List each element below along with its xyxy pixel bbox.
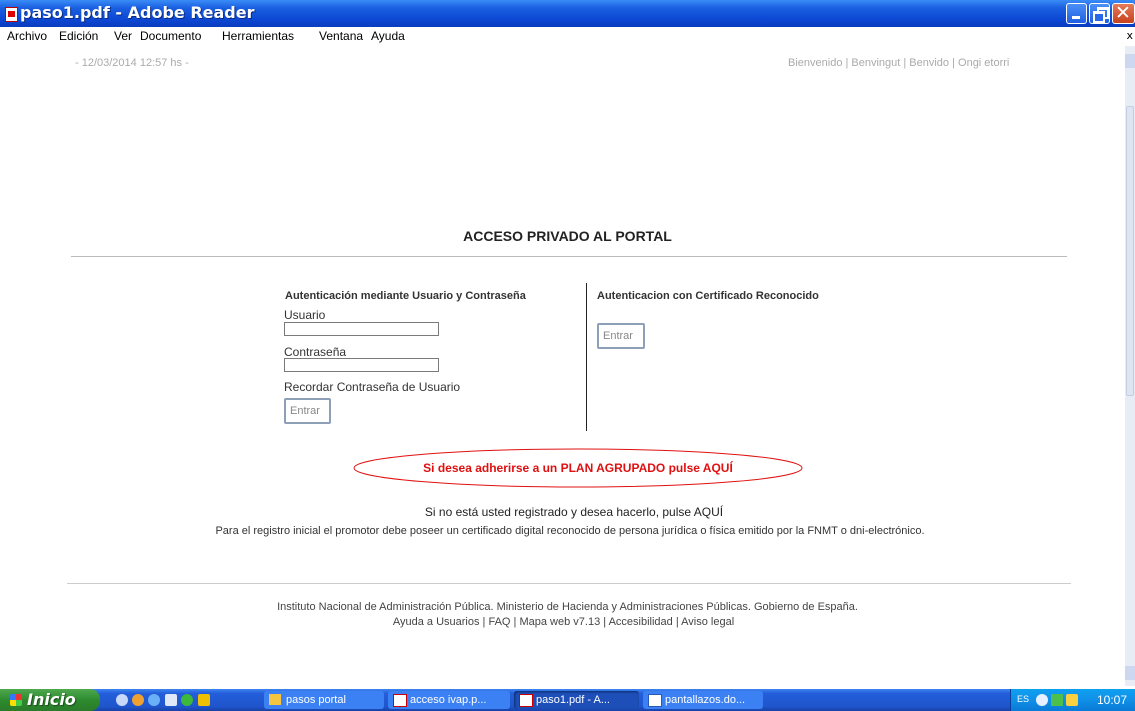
scroll-up-arrow-icon[interactable] [1125, 54, 1135, 68]
password-label: Contraseña [284, 345, 347, 359]
maximize-button[interactable] [1089, 3, 1110, 24]
login-section-title: Autenticación mediante Usuario y Contras… [285, 290, 526, 302]
scroll-down-arrow-icon[interactable] [1125, 666, 1135, 680]
chrome-icon[interactable] [181, 694, 193, 706]
footer-organization: Instituto Nacional de Administración Púb… [277, 601, 858, 613]
system-tray: ES 10:07 [1010, 689, 1135, 711]
internet-explorer-icon[interactable] [148, 694, 160, 706]
footer-link-mapa-web[interactable]: Mapa web v7.13 [519, 616, 600, 628]
vertical-scrollbar[interactable] [1125, 46, 1135, 686]
language-links[interactable]: Bienvenido | Benvingut | Benvido | Ongi … [788, 57, 1009, 69]
user-input[interactable] [284, 322, 439, 336]
media-icon[interactable] [198, 694, 210, 706]
word-icon [648, 694, 662, 707]
taskbar-item-pantallazos-doc[interactable]: pantallazos.do... [643, 691, 763, 709]
footer-divider [67, 583, 1071, 584]
outlook-icon[interactable] [165, 694, 177, 706]
adobe-reader-icon [5, 7, 18, 22]
tray-arrow-icon[interactable] [1036, 694, 1048, 706]
register-link[interactable]: Si no está usted registrado y desea hace… [0, 505, 1135, 519]
taskbar-item-acceso-ivap[interactable]: acceso ivap.p... [388, 691, 510, 709]
footer-links: Ayuda a Usuarios | FAQ | Mapa web v7.13 … [392, 616, 735, 628]
plan-agrupado-link[interactable]: Si desea adherirse a un PLAN AGRUPADO pu… [0, 461, 1135, 475]
remember-password-link[interactable]: Recordar Contraseña de Usuario [284, 380, 460, 394]
language-indicator[interactable]: ES [1017, 694, 1029, 704]
column-divider [586, 283, 587, 431]
taskbar-item-paso1-pdf[interactable]: paso1.pdf - A... [514, 691, 639, 709]
clock[interactable]: 10:07 [1097, 693, 1127, 707]
firefox-icon[interactable] [132, 694, 144, 706]
pdf-icon [393, 694, 407, 707]
windows-flag-icon [10, 694, 22, 706]
close-button[interactable]: ✕ [1112, 2, 1135, 24]
window-title-bar[interactable]: paso1.pdf - Adobe Reader ✕ [0, 0, 1135, 27]
menu-ayuda[interactable]: Ayuda [371, 29, 405, 43]
close-icon: ✕ [1115, 2, 1131, 24]
page-title: ACCESO PRIVADO AL PORTAL [463, 228, 672, 244]
menu-herramientas[interactable]: Herramientas [222, 29, 294, 43]
network-icon[interactable] [1051, 694, 1063, 706]
show-desktop-icon[interactable] [116, 694, 128, 706]
footer-link-accesibilidad[interactable]: Accesibilidad [609, 616, 673, 628]
start-button[interactable]: Inicio [0, 689, 100, 711]
certificate-submit-button[interactable]: Entrar [597, 323, 645, 349]
register-note: Para el registro inicial el promotor deb… [215, 525, 925, 537]
scrollbar-thumb[interactable] [1126, 106, 1134, 396]
menu-archivo[interactable]: Archivo [7, 29, 47, 43]
menu-ventana[interactable]: Ventana [319, 29, 363, 43]
document-close-icon[interactable]: x [1126, 29, 1133, 42]
menu-bar: Archivo Edición Ver Documento Herramient… [0, 27, 1135, 46]
password-input[interactable] [284, 358, 439, 372]
footer-link-aviso-legal[interactable]: Aviso legal [681, 616, 734, 628]
user-label: Usuario [284, 308, 326, 322]
taskbar: Inicio pasos portal acceso ivap.p... pas… [0, 689, 1135, 711]
menu-documento[interactable]: Documento [140, 29, 201, 43]
taskbar-item-pasos-portal[interactable]: pasos portal [264, 691, 384, 709]
footer-link-faq[interactable]: FAQ [488, 616, 510, 628]
security-icon[interactable] [1066, 694, 1078, 706]
date-time: - 12/03/2014 12:57 hs - [75, 57, 189, 69]
tray-icons[interactable] [1036, 693, 1081, 707]
minimize-button[interactable] [1066, 3, 1087, 24]
menu-edicion[interactable]: Edición [59, 29, 98, 43]
window-title: paso1.pdf - Adobe Reader [20, 3, 255, 22]
divider [71, 256, 1067, 257]
document-view [0, 46, 1125, 686]
folder-icon [269, 694, 281, 705]
certificate-section-title: Autenticacion con Certificado Reconocido [597, 290, 819, 302]
login-submit-button[interactable]: Entrar [284, 398, 331, 424]
pdf-icon [519, 694, 533, 707]
footer-link-ayuda[interactable]: Ayuda a Usuarios [393, 616, 480, 628]
menu-ver[interactable]: Ver [114, 29, 132, 43]
